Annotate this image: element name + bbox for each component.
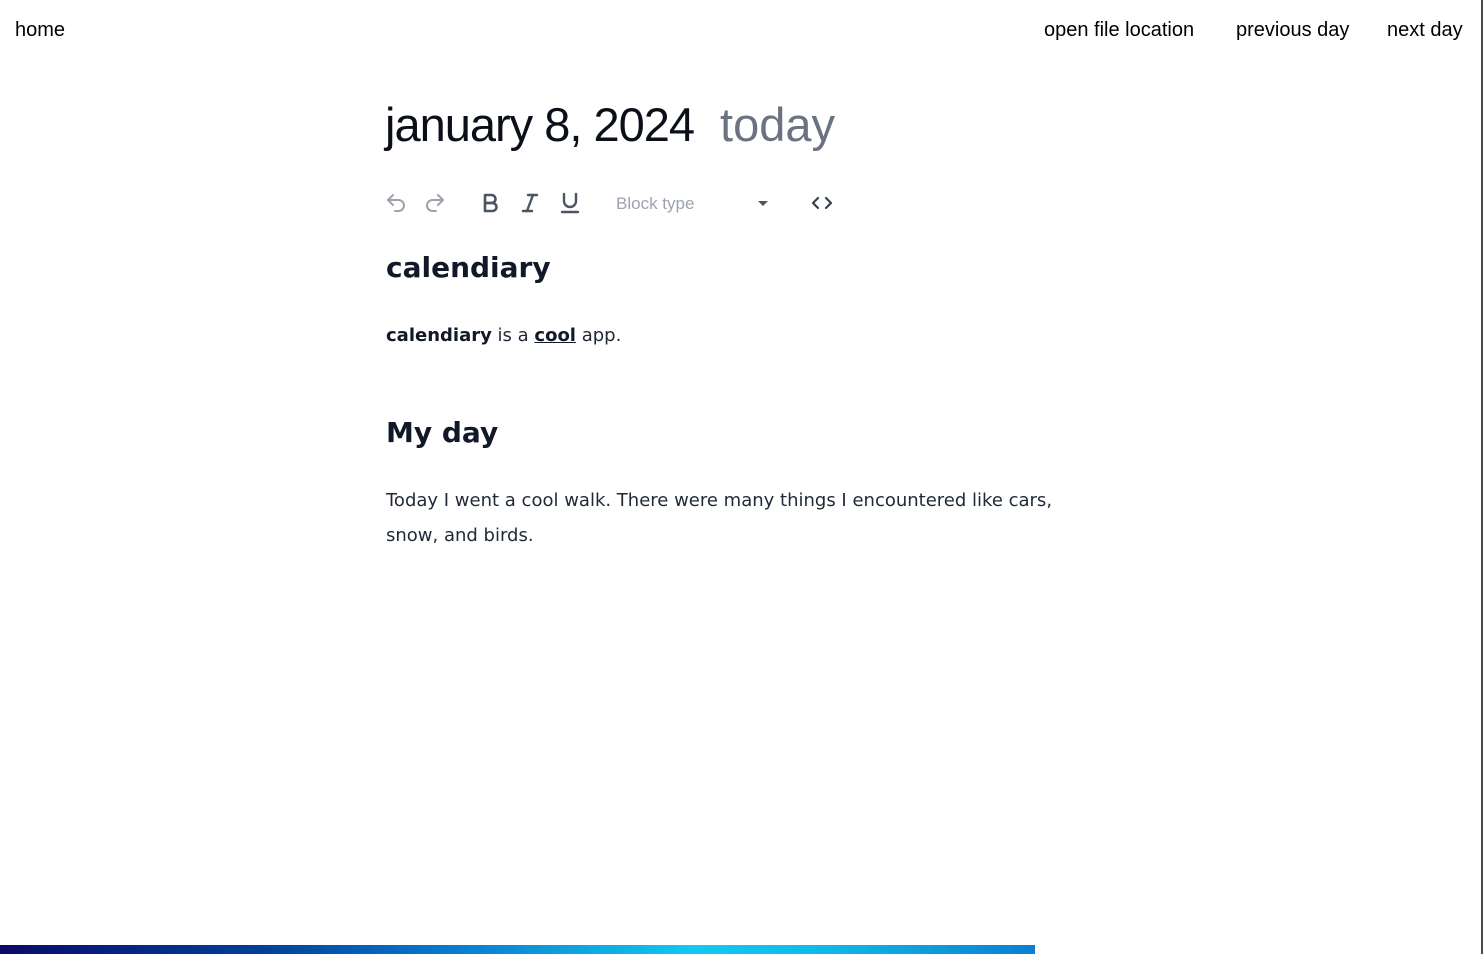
underline-button[interactable] — [557, 190, 583, 216]
redo-icon — [423, 191, 447, 215]
home-link[interactable]: home — [15, 17, 65, 43]
underline-icon — [558, 191, 582, 215]
progress-bar — [0, 945, 1483, 954]
redo-button[interactable] — [422, 190, 448, 216]
heading-calendiary: calendiary — [386, 251, 551, 284]
undo-button[interactable] — [383, 190, 409, 216]
page-title-date: january 8, 2024 — [385, 98, 695, 151]
day-paragraph: Today I went a cool walk. There were man… — [386, 490, 1053, 546]
open-file-location-link[interactable]: open file location — [1044, 17, 1194, 43]
italic-icon — [518, 191, 542, 215]
block-type-label: Block type — [616, 194, 695, 213]
chevron-down-icon — [758, 201, 768, 206]
date-header: january 8, 2024 today — [385, 94, 835, 156]
code-icon — [808, 191, 836, 215]
block-type-select[interactable]: Block type — [613, 190, 773, 218]
top-navigation: home open file location previous day nex… — [0, 0, 1483, 60]
plain-text: is a — [491, 325, 535, 346]
italic-button[interactable] — [517, 190, 543, 216]
undo-icon — [384, 191, 408, 215]
bold-button[interactable] — [477, 190, 503, 216]
previous-day-link[interactable]: previous day — [1236, 17, 1349, 43]
progress-bar-fill — [0, 945, 1036, 954]
code-view-button[interactable] — [807, 190, 837, 216]
plain-text-end: app. — [575, 325, 622, 346]
next-day-link[interactable]: next day — [1387, 17, 1463, 43]
bold-icon — [478, 191, 502, 215]
heading-my-day: My day — [386, 416, 499, 449]
underlined-bold-text: cool — [534, 325, 576, 346]
bold-text: calendiary — [386, 325, 492, 346]
editor-toolbar: Block type — [385, 186, 845, 222]
intro-paragraph: calendiary is a cool app. — [386, 318, 621, 353]
today-link[interactable]: today — [720, 98, 835, 151]
